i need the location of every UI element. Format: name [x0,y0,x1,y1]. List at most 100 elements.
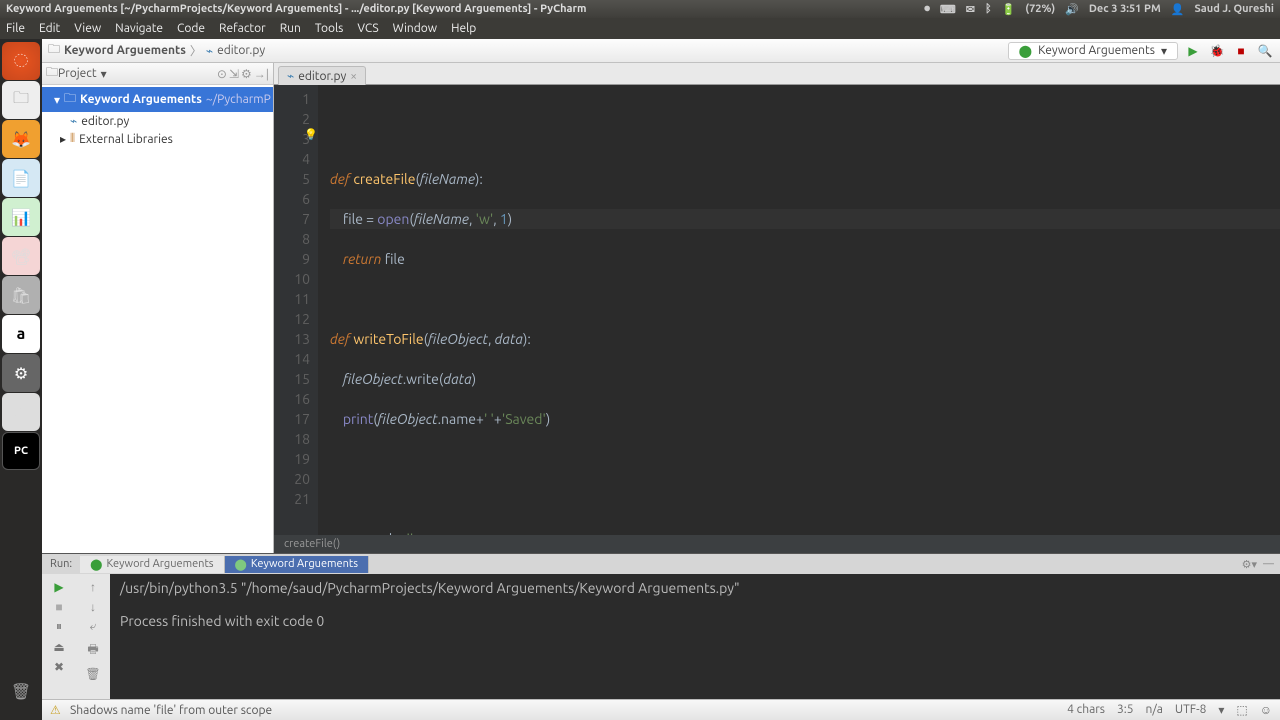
sound-icon[interactable]: 🔊 [1065,3,1079,16]
firefox-icon[interactable]: 🦊 [2,120,40,158]
rerun-button[interactable]: ▶ [54,580,63,594]
lock-icon[interactable]: ⬚ [1236,703,1247,717]
writer-icon[interactable]: 📄 [2,159,40,197]
expand-icon[interactable]: ⇲ [229,67,239,81]
wrap-icon[interactable]: ⤶ [90,620,97,634]
collapse-icon[interactable]: ⊙ [217,67,227,81]
run-button[interactable]: ▶ [1184,42,1202,60]
menu-code[interactable]: Code [177,22,205,35]
battery-icon[interactable]: 🔋 [1002,3,1016,16]
chevron-right-icon[interactable]: ▸ [60,132,66,146]
stop-button[interactable]: ■ [1232,42,1250,60]
chevron-down-icon[interactable]: ▾ [101,67,107,81]
lineno[interactable]: 9 [274,249,310,269]
crumb-root[interactable]: Keyword Arguements [64,44,186,57]
close-icon[interactable]: ✖ [54,660,64,674]
menu-view[interactable]: View [74,22,101,35]
files-icon[interactable]: 🗀 [2,81,40,119]
gutter[interactable]: 1 2 3 4 5 6 7 8 9 10 11 12 13 14 15 16 1 [274,85,318,535]
menu-vcs[interactable]: VCS [357,22,378,35]
tree-extlib[interactable]: ▸ ⫴ External Libraries [42,130,273,148]
editor-tab[interactable]: ⌁ editor.py × [278,66,366,85]
project-tree[interactable]: ▾ 🗀 Keyword Arguements ~/PycharmP ⌁ edit… [42,85,273,553]
lineno[interactable]: 16 [274,389,310,409]
minimize-icon[interactable]: — [1263,558,1274,571]
menu-refactor[interactable]: Refactor [219,22,266,35]
code-area[interactable]: 1 2 3 4 5 6 7 8 9 10 11 12 13 14 15 16 1 [274,85,1280,535]
username[interactable]: Saud J. Qureshi [1194,3,1274,15]
close-icon[interactable]: × [350,70,357,83]
crumb-file[interactable]: editor.py [217,44,265,57]
lineno[interactable]: 17 [274,409,310,429]
lineno[interactable]: 11 [274,289,310,309]
window-title: Keyword Arguements [~/PycharmProjects/Ke… [6,3,587,15]
down-icon[interactable]: ↓ [90,600,96,614]
chromium-icon[interactable]: ◉ [2,393,40,431]
lineno[interactable]: 10 [274,269,310,289]
gear-icon[interactable]: ⚙▾ [1242,558,1257,571]
project-tool-header[interactable]: 🗀 Project ▾ ⊙ ⇲ ⚙ →| [42,63,273,85]
keyboard-icon[interactable]: ⌨ [940,3,956,16]
menu-tools[interactable]: Tools [315,22,344,35]
menu-window[interactable]: Window [393,22,437,35]
chevron-down-icon[interactable]: ▾ [1218,703,1224,717]
hector-icon[interactable]: ☺ [1260,703,1272,717]
lineno[interactable]: 12 [274,309,310,329]
lineno[interactable]: 4 [274,149,310,169]
python-file-icon: ⌁ [287,69,294,83]
up-icon[interactable]: ↑ [90,580,96,594]
run-config-selector[interactable]: ⬤ Keyword Arguements ▾ [1008,42,1178,60]
menu-run[interactable]: Run [280,22,301,35]
lineno[interactable]: 13 [274,329,310,349]
dash-icon[interactable]: ◌ [2,42,40,80]
lineno[interactable]: 14 [274,349,310,369]
amazon-icon[interactable]: a [2,315,40,353]
menu-help[interactable]: Help [451,22,476,35]
settings-icon[interactable]: ⚙ [2,354,40,392]
breadcrumb[interactable]: 🗀 Keyword Arguements 〉 ⌁ editor.py [48,40,265,61]
menu-navigate[interactable]: Navigate [115,22,163,35]
tree-file[interactable]: ⌁ editor.py [42,112,273,130]
gear-icon[interactable]: ⚙ [241,67,252,81]
menu-file[interactable]: File [6,22,25,35]
context-breadcrumb[interactable]: createFile() [274,535,1280,553]
software-icon[interactable]: 🛍 [2,276,40,314]
lineno[interactable]: 6 [274,189,310,209]
status-enc[interactable]: UTF-8 [1175,703,1206,717]
warning-icon[interactable]: ⚠ [50,703,64,717]
debug-button[interactable]: 🐞 [1208,42,1226,60]
user-icon[interactable]: 👤 [1171,3,1185,16]
tree-root[interactable]: ▾ 🗀 Keyword Arguements ~/PycharmP [42,87,273,112]
code-text[interactable]: 💡 def createFile(fileName): file = open(… [318,85,1280,535]
impress-icon[interactable]: 📽 [2,237,40,275]
trash-icon[interactable]: 🗑 [85,667,100,681]
console-output[interactable]: /usr/bin/python3.5 "/home/saud/PycharmPr… [110,574,1280,699]
mail-icon[interactable]: ✉ [966,3,975,16]
lineno[interactable]: 21 [274,489,310,509]
bt-icon[interactable]: ᛒ [985,3,992,15]
status-pos[interactable]: 3:5 [1117,703,1134,717]
clock[interactable]: Dec 3 3:51 PM [1089,3,1161,15]
lineno[interactable]: 20 [274,469,310,489]
print-icon[interactable]: 🖶 [87,640,98,661]
lineno[interactable]: 19 [274,449,310,469]
lineno[interactable]: 8 [274,229,310,249]
pycharm-icon[interactable]: PC [2,432,40,470]
chevron-down-icon[interactable]: ▾ [54,93,60,107]
menu-edit[interactable]: Edit [39,22,60,35]
exit-button[interactable]: ⏏ [53,640,64,654]
pause-button[interactable]: ⏸ [56,620,62,634]
run-tab-2[interactable]: ⬤Keyword Arguements [225,556,369,573]
search-button[interactable]: 🔍 [1256,42,1274,60]
calc-icon[interactable]: 📊 [2,198,40,236]
bulb-icon[interactable]: 💡 [304,125,318,145]
trash-icon[interactable]: 🗑 [2,672,40,710]
run-tab-1[interactable]: ⬤Keyword Arguements [80,556,224,573]
lineno[interactable]: 5 [274,169,310,189]
lineno[interactable]: 7 [274,209,310,229]
hide-icon[interactable]: →| [254,67,269,81]
lineno[interactable]: 18 [274,429,310,449]
lineno[interactable]: 1 [274,89,310,109]
lineno[interactable]: 15 [274,369,310,389]
stop-button[interactable]: ■ [55,600,62,614]
